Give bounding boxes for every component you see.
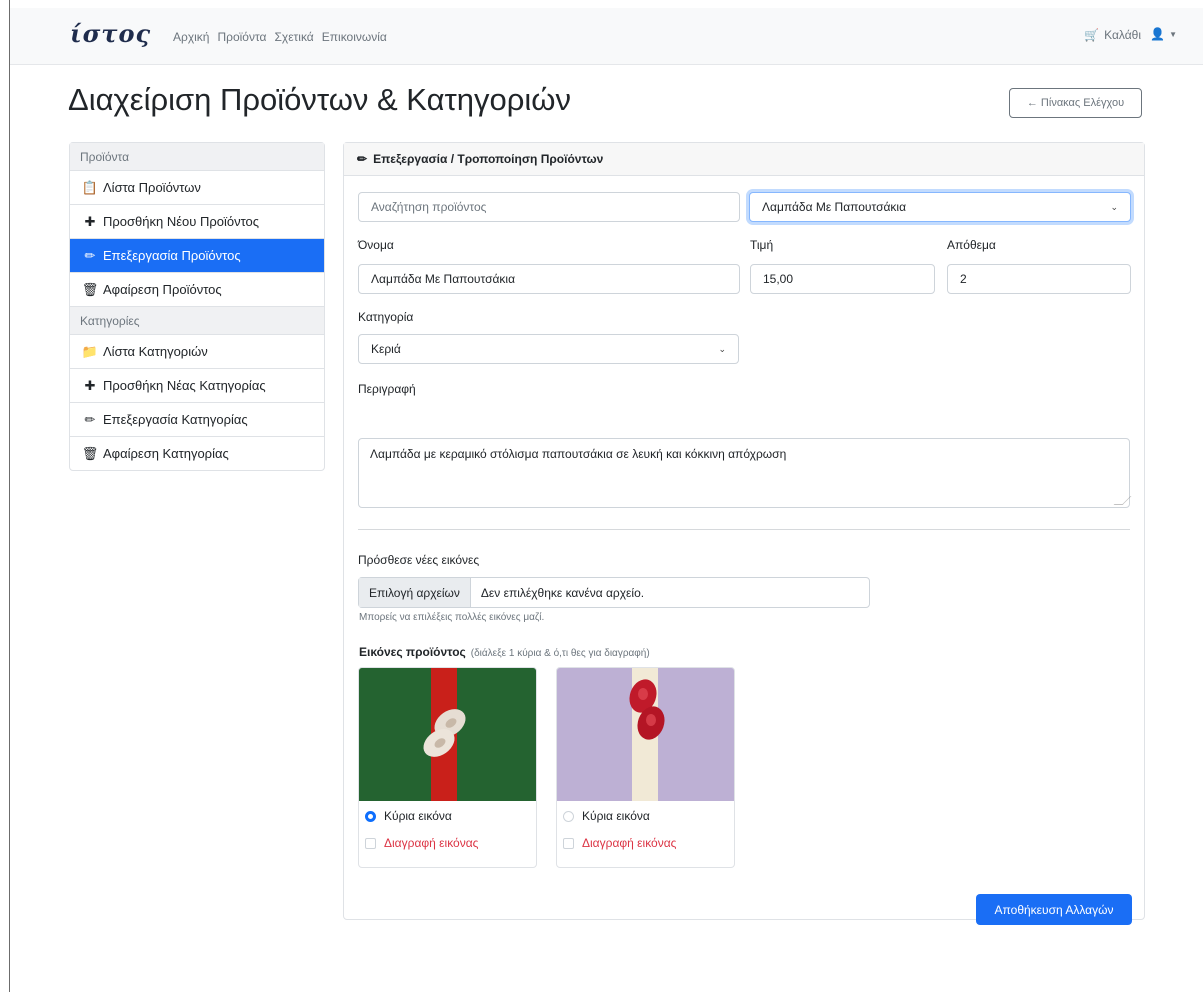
navbar: ίστος Αρχική Προϊόντα Σχετικά Επικοινωνί… <box>10 8 1203 65</box>
plus-icon: ✚ <box>84 213 96 229</box>
images-title: Εικόνες προϊόντος <box>359 645 466 659</box>
dashboard-back-button[interactable]: ← Πίνακας Ελέγχου <box>1009 88 1142 118</box>
category-label: Κατηγορία <box>358 310 414 324</box>
price-label: Τιμή <box>750 238 774 252</box>
description-text: Λαμπάδα με κεραμικό στόλισμα παπουτσάκια… <box>370 447 787 461</box>
category-select-value: Κεριά <box>371 342 401 356</box>
nav-link-products[interactable]: Προϊόντα <box>217 30 266 44</box>
sidebar-item-label: Αφαίρεση Προϊόντος <box>103 282 222 297</box>
sidebar-item-label: Προσθήκη Νέας Κατηγορίας <box>103 378 266 393</box>
product-image-thumbnail <box>359 668 536 801</box>
sidebar-item-add-product[interactable]: ✚ Προσθήκη Νέου Προϊόντος <box>70 205 324 239</box>
pencil-icon: ✏ <box>357 152 368 166</box>
cart-label: Καλάθι <box>1104 28 1141 42</box>
sidebar-item-remove-category[interactable]: 🗑 Αφαίρεση Κατηγορίας <box>70 437 324 470</box>
sidebar-item-product-list[interactable]: 📋 Λίστα Προϊόντων <box>70 171 324 205</box>
sidebar-item-label: Λίστα Προϊόντων <box>103 180 201 195</box>
image-card: Κύρια εικόνα Διαγραφή εικόνας <box>556 667 735 868</box>
user-icon: 👤 <box>1150 27 1166 41</box>
product-images-heading: Εικόνες προϊόντος (διάλεξε 1 κύρια & ό,τι… <box>359 645 650 659</box>
sidebar-item-edit-category[interactable]: ✏ Επεξεργασία Κατηγορίας <box>70 403 324 437</box>
stock-label: Απόθεμα <box>947 238 996 252</box>
brand-logo[interactable]: ίστος <box>70 19 151 48</box>
main-image-label: Κύρια εικόνα <box>582 809 650 823</box>
user-menu[interactable]: 👤 ▼ <box>1150 27 1177 41</box>
product-image-thumbnail <box>557 668 734 801</box>
product-select[interactable]: Λαμπάδα Με Παπουτσάκια ⌄ <box>749 192 1131 222</box>
chevron-down-icon: ⌄ <box>1110 202 1118 212</box>
divider <box>358 529 1130 530</box>
cart-icon: 🛒 <box>1084 28 1100 42</box>
file-help-text: Μπορείς να επιλέξεις πολλές εικόνες μαζί… <box>359 612 545 623</box>
images-hint: (διάλεξε 1 κύρια & ό,τι θες για διαγραφή… <box>470 648 650 659</box>
edit-product-card: ✏ Επεξεργασία / Τροποποίηση Προϊόντων Αν… <box>343 142 1145 925</box>
caret-down-icon: ▼ <box>1169 29 1177 39</box>
card-header: ✏ Επεξεργασία / Τροποποίηση Προϊόντων <box>344 143 1144 176</box>
main-image-option[interactable]: Κύρια εικόνα <box>365 809 452 823</box>
pencil-icon: ✏ <box>84 247 96 263</box>
delete-image-checkbox[interactable] <box>563 837 574 849</box>
sidebar-item-add-category[interactable]: ✚ Προσθήκη Νέας Κατηγορίας <box>70 369 324 403</box>
sidebar-item-label: Επεξεργασία Κατηγορίας <box>103 412 248 427</box>
folder-icon: 📁 <box>81 343 99 359</box>
plus-icon: ✚ <box>84 377 96 393</box>
main-image-option[interactable]: Κύρια εικόνα <box>563 809 650 823</box>
sidebar-item-label: Λίστα Κατηγοριών <box>103 344 208 359</box>
nav-link-contact[interactable]: Επικοινωνία <box>322 30 387 44</box>
category-select[interactable]: Κεριά ⌄ <box>358 334 739 364</box>
product-search-input[interactable]: Αναζήτηση προϊόντος <box>358 192 740 222</box>
sidebar-item-category-list[interactable]: 📁 Λίστα Κατηγοριών <box>70 335 324 369</box>
sidebar: Προϊόντα 📋 Λίστα Προϊόντων ✚ Προσθήκη Νέ… <box>69 142 325 471</box>
product-select-value: Λαμπάδα Με Παπουτσάκια <box>762 200 907 214</box>
chevron-down-icon: ⌄ <box>718 344 726 354</box>
description-label: Περιγραφή <box>358 382 416 396</box>
sidebar-item-label: Επεξεργασία Προϊόντος <box>103 248 241 263</box>
stock-input[interactable]: 2 <box>947 264 1131 294</box>
page-title: Διαχείριση Προϊόντων & Κατηγοριών <box>68 82 571 117</box>
delete-image-label: Διαγραφή εικόνας <box>582 836 677 850</box>
file-input[interactable]: Επιλογή αρχείων Δεν επιλέχθηκε κανένα αρ… <box>358 577 870 608</box>
delete-image-label: Διαγραφή εικόνας <box>384 836 479 850</box>
window-edge <box>9 0 10 992</box>
delete-image-option[interactable]: Διαγραφή εικόνας <box>365 836 478 850</box>
sidebar-item-label: Αφαίρεση Κατηγορίας <box>103 446 229 461</box>
delete-image-option[interactable]: Διαγραφή εικόνας <box>563 836 676 850</box>
delete-image-checkbox[interactable] <box>365 837 376 849</box>
clipboard-icon: 📋 <box>81 179 99 195</box>
sidebar-item-remove-product[interactable]: 🗑 Αφαίρεση Προϊόντος <box>70 273 324 307</box>
main-image-label: Κύρια εικόνα <box>384 809 452 823</box>
main-image-radio[interactable] <box>563 810 574 822</box>
trash-icon: 🗑 <box>81 445 99 461</box>
choose-files-button[interactable]: Επιλογή αρχείων <box>359 578 471 607</box>
sidebar-item-edit-product[interactable]: ✏ Επεξεργασία Προϊόντος <box>70 239 324 273</box>
name-label: Όνομα <box>358 238 394 252</box>
nav-link-home[interactable]: Αρχική <box>173 30 209 44</box>
description-textarea[interactable]: Λαμπάδα με κεραμικό στόλισμα παπουτσάκια… <box>358 438 1132 508</box>
card-header-title: Επεξεργασία / Τροποποίηση Προϊόντων <box>373 152 604 166</box>
sidebar-header-products: Προϊόντα <box>70 143 324 171</box>
name-input[interactable]: Λαμπάδα Με Παπουτσάκια <box>358 264 740 294</box>
pencil-icon: ✏ <box>84 411 96 427</box>
save-changes-button[interactable]: Αποθήκευση Αλλαγών <box>976 894 1132 925</box>
image-card: Κύρια εικόνα Διαγραφή εικόνας <box>358 667 537 868</box>
sidebar-item-label: Προσθήκη Νέου Προϊόντος <box>103 214 260 229</box>
main-image-radio[interactable] <box>365 810 376 822</box>
resize-grip-icon[interactable] <box>1113 496 1132 505</box>
add-images-label: Πρόσθεσε νέες εικόνες <box>358 553 480 567</box>
sidebar-header-categories: Κατηγορίες <box>70 307 324 335</box>
nav-link-about[interactable]: Σχετικά <box>274 30 313 44</box>
nav-links: Αρχική Προϊόντα Σχετικά Επικοινωνία <box>173 30 387 44</box>
file-status: Δεν επιλέχθηκε κανένα αρχείο. <box>480 585 645 600</box>
price-input[interactable]: 15,00 <box>750 264 935 294</box>
cart-link[interactable]: 🛒 Καλάθι <box>1084 28 1141 42</box>
trash-icon: 🗑 <box>81 281 99 297</box>
